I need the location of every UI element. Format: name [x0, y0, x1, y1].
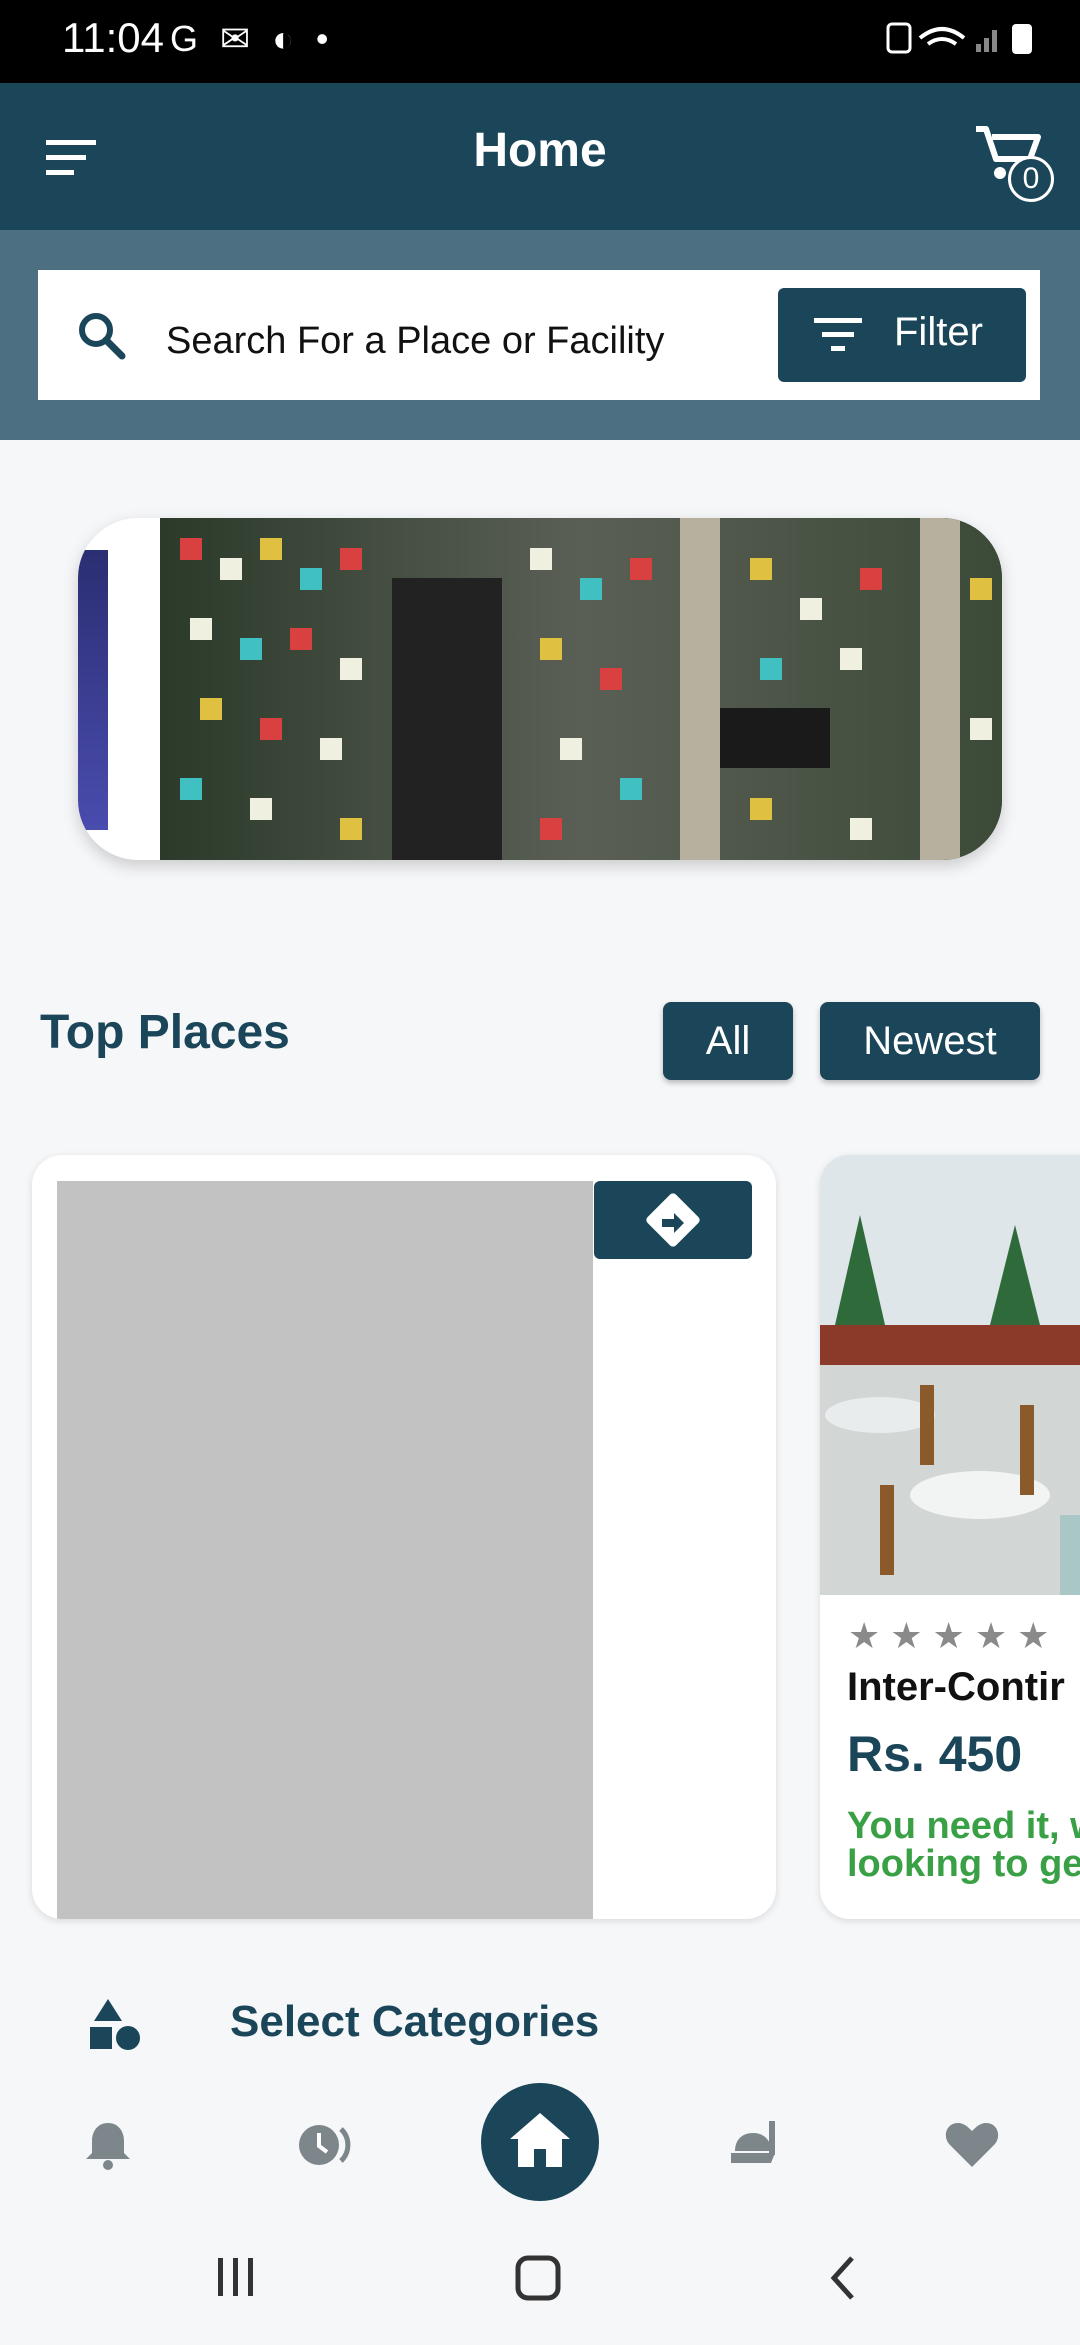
bottom-nav	[0, 2070, 1080, 2210]
status-time: 11:04	[62, 14, 164, 61]
history-icon[interactable]	[293, 2115, 353, 2175]
status-bar: 11:04 G ✉ ◐ •	[0, 0, 1080, 83]
banner-previous-slide	[78, 550, 108, 830]
system-nav-bar	[0, 2210, 1080, 2340]
filter-label: Filter	[894, 310, 983, 354]
place-image-placeholder	[57, 1181, 593, 1919]
page-title: Home	[473, 124, 607, 177]
cart-count-badge: 0	[1008, 156, 1054, 202]
search-placeholder: Search For a Place or Facility	[166, 320, 665, 362]
app-bar: Home 0	[0, 83, 1080, 230]
directions-icon	[646, 1193, 700, 1247]
restaurant-image	[820, 1155, 1080, 1595]
food-icon[interactable]	[725, 2115, 785, 2175]
chip-all[interactable]: All	[663, 1002, 793, 1080]
select-categories-label: Select Categories	[230, 1997, 600, 2046]
banner-carousel[interactable]	[78, 518, 1002, 860]
search-area: Search For a Place or Facility Filter	[0, 230, 1080, 440]
shapes-icon	[88, 1997, 142, 2053]
home-button[interactable]	[481, 2083, 599, 2201]
section-title-top-places: Top Places	[40, 1006, 290, 1059]
place-description-line: You need it, w	[847, 1805, 1080, 1847]
search-input[interactable]: Search For a Place or Facility Filter	[38, 270, 1040, 400]
rating-stars: ★★★★★	[848, 1615, 1060, 1656]
place-card[interactable]: ★★★★★ Inter-Contir Rs. 450 You need it, …	[820, 1155, 1080, 1919]
status-notification-icons: G ✉ ◐ •	[170, 18, 335, 59]
filter-icon	[814, 318, 864, 352]
place-price: Rs. 450	[847, 1726, 1023, 1782]
place-description: You need it, w looking to get	[847, 1807, 1080, 1883]
chip-newest[interactable]: Newest	[820, 1002, 1040, 1080]
home-icon	[510, 2113, 570, 2167]
home-system-icon	[515, 2255, 561, 2301]
banner-image	[160, 518, 1002, 860]
place-description-line: looking to get	[847, 1843, 1080, 1885]
bell-icon[interactable]	[78, 2115, 138, 2175]
place-card[interactable]	[32, 1155, 776, 1919]
directions-button[interactable]	[594, 1181, 752, 1259]
heart-icon[interactable]	[942, 2115, 1002, 2175]
search-icon	[76, 310, 128, 362]
place-name: Inter-Contir	[847, 1665, 1065, 1709]
filter-button[interactable]: Filter	[778, 288, 1026, 382]
back-icon	[830, 2256, 854, 2300]
recent-apps-icon	[218, 2258, 253, 2296]
select-categories[interactable]: Select Categories	[0, 1985, 1080, 2065]
battery-icon	[880, 18, 1040, 67]
